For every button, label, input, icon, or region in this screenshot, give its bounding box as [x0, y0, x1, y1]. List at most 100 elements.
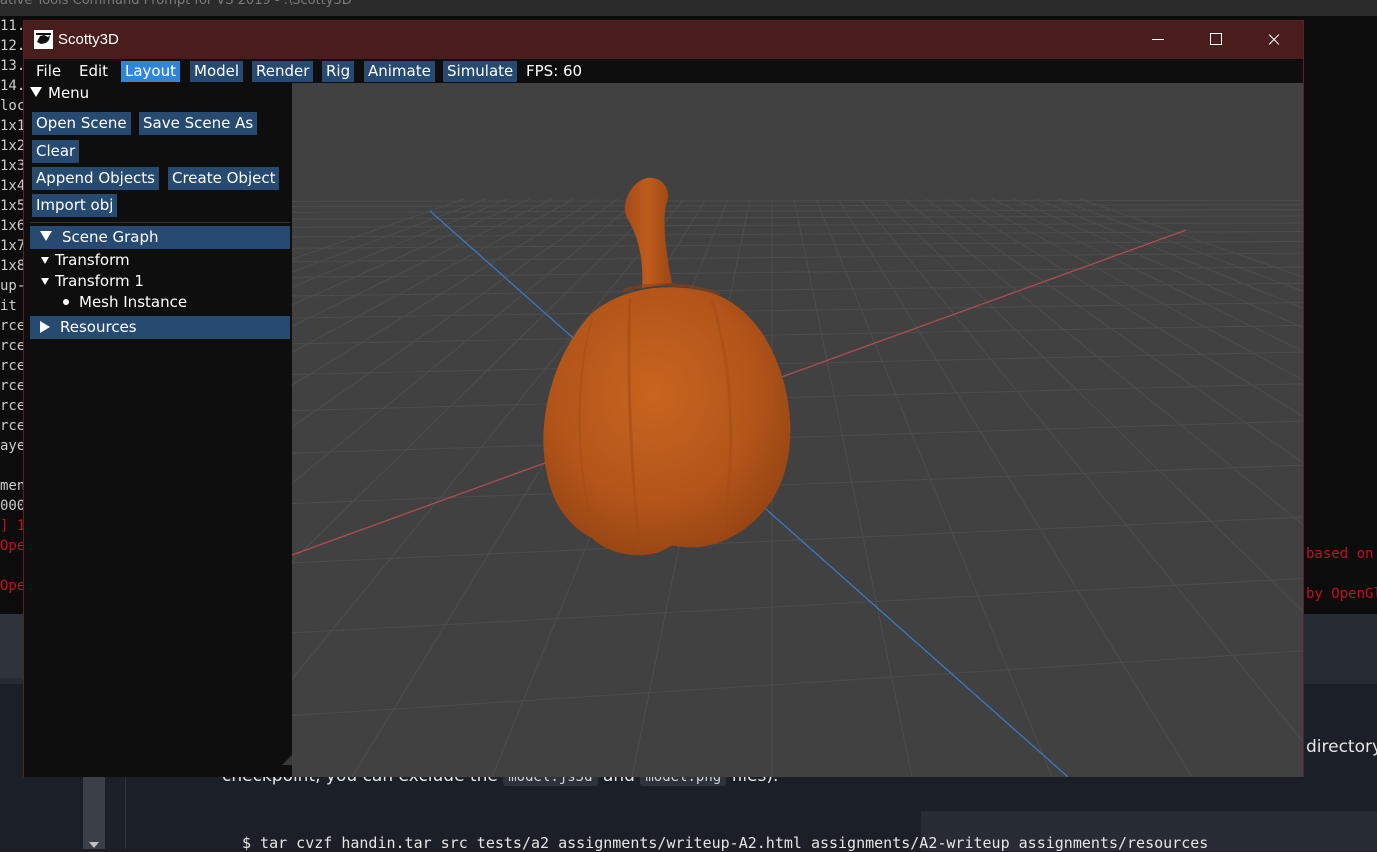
viewport-scene — [292, 177, 1303, 777]
close-button[interactable] — [1244, 21, 1302, 59]
minimize-button[interactable] — [1128, 21, 1186, 59]
collapse-triangle-icon — [30, 87, 42, 97]
grid-line — [292, 198, 597, 386]
scene-graph-header[interactable]: Scene Graph — [30, 226, 290, 249]
tree-item-transform[interactable]: Transform — [41, 251, 130, 269]
tree-item-transform-1[interactable]: Transform 1 — [41, 272, 144, 290]
grid-line — [991, 198, 1303, 352]
collapse-triangle-icon — [41, 257, 49, 264]
tab-layout[interactable]: Layout — [121, 61, 180, 82]
expand-triangle-icon — [40, 321, 50, 333]
grid-line — [815, 198, 1053, 777]
scotty3d-window: Scotty3D File Edit Layout Model Render R… — [23, 20, 1304, 777]
grid-line — [292, 577, 1303, 634]
terminal-line: it — [0, 298, 17, 314]
grid-line — [292, 464, 1303, 505]
terminal-line: rce — [0, 358, 24, 374]
divider — [30, 222, 290, 223]
menu-header[interactable]: Menu — [30, 84, 89, 102]
tab-animate[interactable]: Animate — [364, 61, 435, 82]
terminal-line: up- — [0, 278, 24, 294]
doc-divider — [125, 774, 126, 849]
terminal-line: rce — [0, 318, 24, 334]
tab-rig[interactable]: Rig — [322, 61, 355, 82]
3d-viewport[interactable] — [292, 83, 1303, 777]
save-scene-as-button[interactable]: Save Scene As — [139, 112, 258, 135]
open-scene-button[interactable]: Open Scene — [32, 112, 131, 135]
clear-button[interactable]: Clear — [32, 140, 80, 163]
import-obj-button[interactable]: Import obj — [32, 194, 118, 217]
grid-line — [292, 198, 487, 273]
grid-line — [292, 209, 1303, 213]
terminal-line: Ope — [0, 578, 24, 594]
terminal-line: 1x7 — [0, 238, 24, 254]
terminal-line: Ope — [0, 538, 24, 554]
sidebar-panel: Menu Open Scene Save Scene As Clear Appe… — [24, 83, 292, 777]
grid-line — [292, 198, 553, 327]
scroll-down-icon[interactable] — [89, 842, 99, 848]
terminal-line: rce — [0, 378, 24, 394]
ground-grid — [292, 198, 1303, 777]
tab-model[interactable]: Model — [190, 61, 244, 82]
grid-line — [292, 301, 1303, 319]
grid-line — [292, 324, 1303, 345]
tree-item-label: Mesh Instance — [79, 293, 188, 311]
tree-item-label: Transform — [55, 251, 130, 269]
grid-line — [292, 282, 1303, 297]
terminal-line: rce — [0, 418, 24, 434]
terminal-line: 13. — [0, 58, 24, 74]
tree-item-label: Transform 1 — [55, 272, 144, 290]
terminal-line: 1x1 — [0, 118, 24, 134]
terminal-line: men — [0, 478, 24, 494]
bullet-icon — [63, 299, 69, 305]
terminal-left-text: 11. 12. 13. 14. loc 1x1 1x2 1x3 1x4 1x5 1x6 1x7 1x8 u… — [0, 16, 24, 614]
terminal-line: 11. — [0, 18, 24, 34]
collapse-triangle-icon — [41, 278, 49, 285]
terminal-line: aye — [0, 438, 24, 454]
grid-line — [292, 198, 465, 260]
terminal-line: 1x3 — [0, 158, 24, 174]
menubar: File Edit Layout Model Render Rig Animat… — [24, 59, 1303, 83]
terminal-line: 000 — [0, 498, 24, 514]
terminal-line: 1x4 — [0, 178, 24, 194]
window-titlebar[interactable]: Scotty3D — [24, 21, 1303, 59]
scotty3d-logo-icon — [34, 30, 53, 49]
terminal-error-text: by OpenGl — [1306, 586, 1377, 602]
grid-line — [292, 204, 1303, 207]
tab-simulate[interactable]: Simulate — [443, 61, 518, 82]
grid-line — [793, 198, 913, 777]
maximize-button[interactable] — [1186, 21, 1244, 59]
menu-edit[interactable]: Edit — [75, 61, 112, 82]
terminal-title: ative Tools Command Prompt for VS 2019 -… — [0, 0, 352, 8]
terminal-line: ] 1 — [0, 518, 24, 534]
resources-label: Resources — [60, 318, 137, 336]
grid-line — [292, 266, 1303, 278]
tab-render[interactable]: Render — [252, 61, 314, 82]
terminal-error-text: based on — [1306, 546, 1374, 562]
resize-grip-icon[interactable] — [282, 755, 292, 765]
grid-line — [292, 420, 1303, 454]
fps-counter: FPS: 60 — [526, 62, 583, 80]
doc-scrollbar[interactable] — [83, 774, 105, 849]
append-objects-button[interactable]: Append Objects — [32, 167, 159, 190]
doc-left-bar — [0, 614, 24, 678]
doc-text-fragment: directory — [1306, 737, 1377, 757]
scene-graph-label: Scene Graph — [62, 228, 159, 246]
create-object-button[interactable]: Create Object — [168, 167, 280, 190]
terminal-titlebar: ative Tools Command Prompt for VS 2019 -… — [0, 0, 1377, 16]
menu-file[interactable]: File — [32, 61, 65, 82]
grid-line — [292, 383, 1303, 412]
terminal-line: 12. — [0, 38, 24, 54]
grid-line — [292, 199, 1303, 202]
terminal-line: rce — [0, 398, 24, 414]
collapse-triangle-icon — [40, 231, 52, 241]
terminal-line: 14. — [0, 78, 24, 94]
terminal-line: 1x8 — [0, 258, 24, 274]
menu-header-label: Menu — [48, 84, 90, 102]
grid-line — [292, 650, 1303, 717]
terminal-line: 1x5 — [0, 198, 24, 214]
resources-header[interactable]: Resources — [30, 316, 290, 339]
terminal-line: 1x6 — [0, 218, 24, 234]
tree-item-mesh-instance[interactable]: Mesh Instance — [63, 293, 187, 311]
window-title: Scotty3D — [58, 31, 119, 48]
